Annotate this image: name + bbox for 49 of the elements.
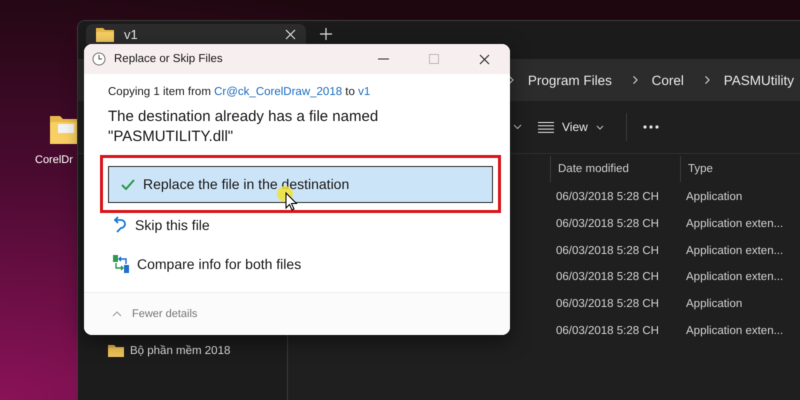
table-cell-text: 06/03/2018 5:28 CH bbox=[555, 244, 660, 257]
chevron-right-icon bbox=[632, 74, 638, 86]
breadcrumb-item[interactable]: Corel bbox=[652, 72, 684, 88]
chevron-right-icon bbox=[704, 74, 710, 86]
folder-icon bbox=[96, 26, 114, 42]
conflict-message: The destination already has a file named "PASMUTILITY.dll" bbox=[108, 107, 380, 147]
source-folder-link[interactable]: Cr@ck_CorelDraw_2018 bbox=[214, 86, 342, 98]
table-cell-text: Application exten... bbox=[685, 271, 784, 284]
clock-icon bbox=[92, 52, 106, 66]
destination-folder-link[interactable]: v1 bbox=[358, 86, 370, 98]
option-button[interactable]: Skip this file bbox=[100, 206, 494, 243]
undo-arrow-icon bbox=[113, 216, 127, 233]
sidebar-item[interactable]: Bộ phần mềm 2018 bbox=[108, 344, 287, 357]
caret-down-icon bbox=[596, 124, 604, 130]
breadcrumb-item[interactable]: PASMUtility bbox=[724, 72, 794, 88]
maximize-icon bbox=[429, 54, 439, 64]
caret-down-icon[interactable] bbox=[513, 124, 522, 130]
new-tab-icon[interactable] bbox=[320, 28, 332, 40]
table-cell-text: 06/03/2018 5:28 CH bbox=[555, 298, 660, 310]
copying-status-text: Copying 1 item from Cr@ck_CorelDraw_2018 to v1 bbox=[108, 86, 372, 98]
table-cell-text: 06/03/2018 5:28 CH bbox=[555, 191, 660, 204]
table-cell-text: Application bbox=[685, 298, 744, 310]
compare-files-icon bbox=[113, 254, 129, 272]
chevron-right-icon bbox=[508, 74, 514, 86]
tab-title: v1 bbox=[124, 26, 139, 42]
option-button[interactable]: Compare info for both files bbox=[100, 245, 494, 282]
column-header[interactable]: Date modified bbox=[550, 156, 680, 182]
folder-icon bbox=[108, 344, 124, 357]
dialog-title: Replace or Skip Files bbox=[114, 53, 224, 65]
close-icon[interactable] bbox=[479, 54, 490, 64]
table-cell-text: Application exten... bbox=[685, 324, 784, 337]
table-cell-text: Application bbox=[685, 191, 744, 204]
column-header[interactable]: Type bbox=[680, 156, 800, 182]
table-cell-text: Application exten... bbox=[685, 218, 784, 230]
table-cell-text: Application exten... bbox=[685, 244, 784, 257]
window-tab[interactable]: v1 bbox=[86, 24, 306, 44]
list-icon bbox=[538, 122, 554, 132]
table-cell-text: 06/03/2018 5:28 CH bbox=[555, 324, 660, 337]
desktop-icon-label[interactable]: CorelDr bbox=[35, 154, 73, 166]
fewer-details-button[interactable]: Fewer details bbox=[132, 308, 198, 320]
table-cell-text: 06/03/2018 5:28 CH bbox=[555, 218, 660, 230]
option-button[interactable]: Replace the file in the destination bbox=[108, 166, 493, 202]
breadcrumb-item[interactable]: Program Files bbox=[528, 72, 612, 88]
table-cell-text: 06/03/2018 5:28 CH bbox=[555, 271, 660, 284]
chevron-up-icon bbox=[112, 311, 122, 317]
more-icon[interactable] bbox=[642, 125, 659, 129]
view-button[interactable]: View bbox=[532, 116, 610, 138]
minimize-icon[interactable] bbox=[378, 58, 389, 60]
checkmark-icon bbox=[121, 178, 135, 190]
